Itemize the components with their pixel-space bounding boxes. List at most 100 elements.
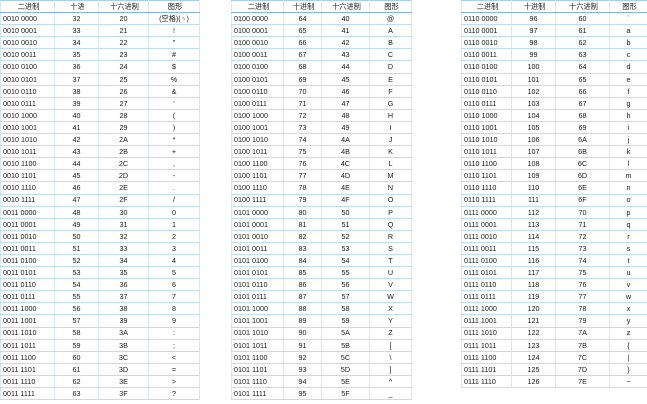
column-header-glyph: 图形	[609, 0, 647, 14]
glyph-cell: (空格)(␠)	[148, 12, 200, 26]
hex-cell: 6F	[555, 194, 610, 207]
table-row: 0011 0011 51 33 3	[0, 242, 200, 255]
glyph-cell: h	[609, 109, 647, 122]
binary-cell: 0011 0110	[0, 278, 55, 292]
decimal-cell: 38	[54, 85, 99, 98]
glyph-cell: `	[609, 12, 647, 26]
decimal-cell: 54	[54, 278, 99, 292]
decimal-cell: 90	[283, 327, 322, 340]
table-header-row: 二进制 十进制 十六进制 图形	[461, 0, 647, 14]
table-row: 0010 0100 36 24 $	[0, 60, 200, 74]
glyph-cell: a	[609, 24, 647, 38]
binary-cell: 0100 0010	[231, 36, 284, 50]
hex-cell: 73	[555, 242, 610, 255]
glyph-cell: U	[369, 266, 412, 280]
decimal-cell: 73	[283, 121, 322, 135]
table-row: 0100 0110 70 46 F	[231, 85, 412, 98]
table-row: 0111 1000 120 78 x	[461, 302, 647, 316]
decimal-cell: 44	[54, 157, 99, 171]
table-row: 0010 0001 33 21!	[0, 24, 200, 38]
glyph-cell: G	[369, 97, 412, 110]
column-header-glyph: 图形	[369, 0, 412, 14]
hex-cell: 4E	[321, 181, 370, 195]
binary-cell: 0100 0101	[231, 73, 284, 86]
decimal-cell: 113	[511, 218, 556, 231]
binary-cell: 0011 0010	[0, 230, 55, 243]
decimal-cell: 65	[283, 24, 322, 38]
binary-cell: 0110 0011	[461, 48, 512, 62]
table-row: 0100 0100 68 44 D	[231, 60, 412, 74]
binary-cell: 0010 1010	[0, 133, 55, 147]
binary-cell: 0111 0000	[461, 206, 512, 219]
binary-cell: 0010 1000	[0, 109, 55, 122]
hex-cell: 67	[555, 97, 610, 110]
glyph-cell: j	[609, 133, 647, 147]
hex-cell: 64	[555, 60, 610, 74]
binary-cell: 0010 0101	[0, 73, 55, 86]
decimal-cell: 74	[283, 133, 322, 147]
binary-cell: 0011 0000	[0, 206, 55, 219]
table-row: 0011 1010 58 3A:	[0, 327, 200, 340]
binary-cell: 0011 1011	[0, 339, 55, 352]
decimal-cell: 92	[283, 351, 322, 364]
glyph-cell: ]	[369, 363, 412, 376]
decimal-cell: 108	[511, 157, 556, 171]
decimal-cell: 110	[511, 181, 556, 195]
hex-cell: 66	[555, 85, 610, 98]
hex-cell: 48	[321, 109, 370, 122]
hex-cell: 30	[98, 206, 149, 219]
binary-cell: 0011 1010	[0, 327, 55, 340]
decimal-cell: 116	[511, 254, 556, 268]
hex-cell: 53	[321, 242, 370, 255]
binary-cell: 0011 0100	[0, 254, 55, 268]
hex-cell: 78	[555, 302, 610, 316]
hex-cell: 55	[321, 266, 370, 280]
hex-cell: 27	[98, 97, 149, 110]
hex-cell: 7D	[555, 363, 610, 376]
hex-cell: 75	[555, 266, 610, 280]
decimal-cell: 93	[283, 363, 322, 376]
decimal-cell: 117	[511, 266, 556, 280]
glyph-cell: :	[148, 327, 200, 340]
binary-cell: 0111 1001	[461, 314, 512, 328]
binary-cell: 0100 1011	[231, 145, 284, 159]
hex-cell: 6D	[555, 169, 610, 183]
hex-cell: 2F	[98, 194, 149, 207]
table-row: 0010 1101 45 2D -	[0, 169, 200, 183]
hex-cell: 21	[98, 24, 149, 38]
binary-cell: 0010 1011	[0, 145, 55, 159]
decimal-cell: 104	[511, 109, 556, 122]
table-row: 0110 1100 108 6C l	[461, 157, 647, 171]
binary-cell: 0010 0110	[0, 85, 55, 98]
table-row: 0101 1100 92 5C \	[231, 351, 412, 364]
column-header-decimal: 十进制	[283, 0, 322, 14]
decimal-cell: 72	[283, 109, 322, 122]
decimal-cell: 59	[54, 339, 99, 352]
glyph-cell: y	[609, 314, 647, 328]
glyph-cell: 9	[148, 314, 200, 328]
hex-cell: 69	[555, 121, 610, 135]
hex-cell: 2B	[98, 145, 149, 159]
glyph-cell: \	[369, 351, 412, 364]
decimal-cell: 41	[54, 121, 99, 135]
column-header-binary: 二进制	[461, 0, 512, 14]
decimal-cell: 83	[283, 242, 322, 255]
glyph-cell: @	[369, 12, 412, 26]
decimal-cell: 60	[54, 351, 99, 364]
glyph-cell: }	[609, 363, 647, 376]
decimal-cell: 57	[54, 314, 99, 328]
hex-cell: 54	[321, 254, 370, 268]
table-row: 0010 1110 46 2E.	[0, 181, 200, 195]
table-row: 0011 0101 53 35 5	[0, 266, 200, 280]
hex-cell: 50	[321, 206, 370, 219]
hex-cell: 24	[98, 60, 149, 74]
hex-cell: 22	[98, 36, 149, 50]
decimal-cell: 46	[54, 181, 99, 195]
hex-cell: 5E	[321, 375, 370, 389]
decimal-cell: 96	[511, 12, 556, 26]
decimal-cell: 75	[283, 145, 322, 159]
binary-cell: 0110 0010	[461, 36, 512, 50]
glyph-cell: u	[609, 266, 647, 280]
decimal-cell: 122	[511, 327, 556, 340]
table-row: 0110 1101 109 6D m	[461, 169, 647, 183]
